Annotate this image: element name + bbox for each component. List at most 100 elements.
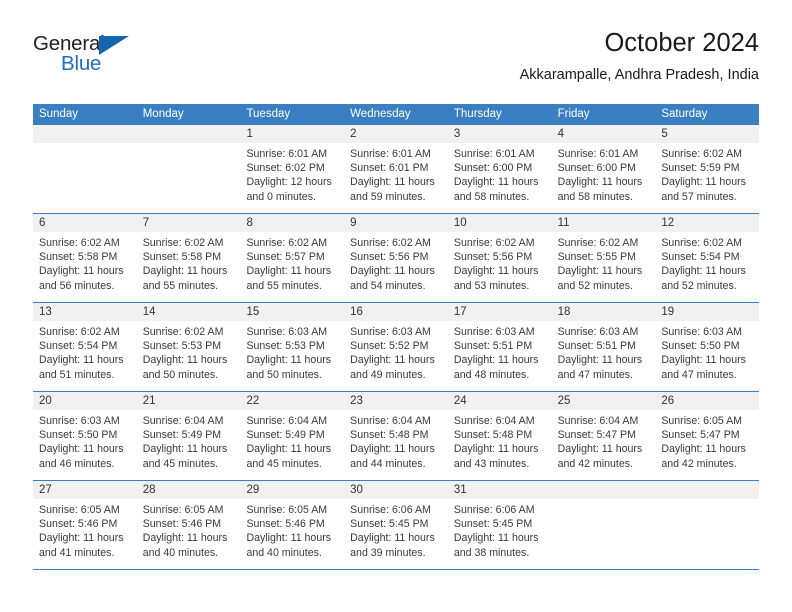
daylight-text: Daylight: 11 hours (557, 443, 643, 456)
sunrise-text: Sunrise: 6:04 AM (246, 415, 328, 427)
day-number[interactable]: 11 (552, 214, 656, 232)
day-number[interactable]: 16 (344, 303, 448, 321)
weeks-container: 1 2 3 4 5 Sunrise: 6:01 AM Sunset: 6:02 PM Dayl… (33, 125, 759, 570)
sunset-text: Sunset: 5:48 PM (350, 429, 429, 442)
weekday-monday: Monday (142, 108, 184, 120)
day-number[interactable]: 4 (552, 125, 656, 143)
day-number[interactable]: 5 (655, 125, 759, 143)
daylight-text-cont: and 47 minutes. (557, 368, 633, 381)
day-cell[interactable]: Sunrise: 6:04 AM Sunset: 5:49 PM Daylight:… (240, 410, 344, 480)
daylight-text-cont: and 40 minutes. (246, 546, 322, 559)
sunset-text: Sunset: 6:02 PM (246, 162, 325, 175)
day-cell[interactable]: Sunrise: 6:01 AM Sunset: 6:00 PM Daylight:… (552, 143, 656, 213)
day-number[interactable]: 27 (33, 481, 137, 499)
day-cell[interactable]: Sunrise: 6:02 AM Sunset: 5:59 PM Daylight:… (655, 143, 759, 213)
sunset-text: Sunset: 5:50 PM (661, 340, 740, 353)
sunrise-text: Sunrise: 6:01 AM (453, 148, 535, 160)
sunset-text: Sunset: 5:51 PM (453, 340, 533, 353)
day-cell[interactable]: Sunrise: 6:01 AM Sunset: 6:01 PM Daylight:… (344, 143, 448, 213)
day-cell[interactable]: Sunrise: 6:01 AM Sunset: 6:00 PM Daylight:… (448, 143, 552, 213)
day-number[interactable]: 9 (344, 214, 448, 232)
general-blue-logo[interactable]: General Blue (33, 33, 173, 90)
day-cell[interactable]: Sunrise: 6:03 AM Sunset: 5:51 PM Daylight:… (552, 321, 656, 391)
sunrise-text: Sunrise: 6:03 AM (246, 326, 328, 338)
day-cell[interactable]: Sunrise: 6:02 AM Sunset: 5:53 PM Daylight:… (137, 321, 241, 391)
day-cell[interactable]: Sunrise: 6:06 AM Sunset: 5:45 PM Daylight:… (448, 499, 552, 569)
title-block: October 2024 Akkarampalle, Andhra Prades… (520, 28, 759, 84)
sunrise-text: Sunrise: 6:06 AM (350, 504, 431, 516)
day-number[interactable]: 1 (240, 125, 344, 143)
day-number[interactable]: 10 (448, 214, 552, 232)
daylight-text-cont: and 38 minutes. (453, 546, 530, 559)
day-cell[interactable]: Sunrise: 6:01 AM Sunset: 6:02 PM Daylight:… (240, 143, 344, 213)
day-cell[interactable]: Sunrise: 6:04 AM Sunset: 5:49 PM Daylight:… (137, 410, 241, 480)
day-cell[interactable]: Sunrise: 6:04 AM Sunset: 5:48 PM Daylight:… (344, 410, 448, 480)
day-number[interactable]: 19 (655, 303, 759, 321)
day-cell[interactable]: Sunrise: 6:04 AM Sunset: 5:47 PM Daylight:… (552, 410, 656, 480)
day-cell[interactable]: Sunrise: 6:05 AM Sunset: 5:46 PM Daylight:… (33, 499, 137, 569)
day-cell[interactable]: Sunrise: 6:03 AM Sunset: 5:52 PM Daylight:… (344, 321, 448, 391)
page-title: October 2024 (604, 29, 759, 57)
day-number[interactable]: 20 (33, 392, 137, 410)
sunset-text: Sunset: 5:46 PM (39, 518, 118, 531)
day-number-strip: 27 28 29 30 31 (33, 481, 759, 499)
day-number-empty (552, 481, 656, 499)
day-number[interactable]: 24 (448, 392, 552, 410)
day-number[interactable]: 25 (552, 392, 656, 410)
day-cell[interactable]: Sunrise: 6:02 AM Sunset: 5:58 PM Daylight:… (33, 232, 137, 302)
daylight-text: Daylight: 11 hours (557, 354, 643, 367)
sunset-text: Sunset: 5:50 PM (39, 429, 118, 442)
day-number[interactable]: 22 (240, 392, 344, 410)
day-cell[interactable]: Sunrise: 6:05 AM Sunset: 5:47 PM Daylight:… (655, 410, 759, 480)
day-cell[interactable]: Sunrise: 6:03 AM Sunset: 5:53 PM Daylight:… (240, 321, 344, 391)
day-number[interactable]: 13 (33, 303, 137, 321)
sunrise-text: Sunrise: 6:04 AM (142, 415, 224, 427)
day-number[interactable]: 18 (552, 303, 656, 321)
day-number[interactable]: 2 (344, 125, 448, 143)
day-number[interactable]: 31 (448, 481, 552, 499)
day-number[interactable]: 26 (655, 392, 759, 410)
day-number[interactable]: 14 (137, 303, 241, 321)
daylight-text: Daylight: 11 hours (661, 443, 746, 456)
sunrise-text: Sunrise: 6:05 AM (661, 415, 742, 427)
daylight-text-cont: and 57 minutes. (661, 190, 737, 203)
day-number[interactable]: 28 (137, 481, 241, 499)
day-cell[interactable]: Sunrise: 6:02 AM Sunset: 5:58 PM Daylight:… (137, 232, 241, 302)
day-cell[interactable]: Sunrise: 6:02 AM Sunset: 5:56 PM Daylight:… (344, 232, 448, 302)
day-cell[interactable]: Sunrise: 6:02 AM Sunset: 5:57 PM Daylight:… (240, 232, 344, 302)
day-number[interactable]: 30 (344, 481, 448, 499)
daylight-text-cont: and 50 minutes. (246, 368, 322, 381)
day-cell[interactable]: Sunrise: 6:02 AM Sunset: 5:54 PM Daylight:… (33, 321, 137, 391)
day-cell[interactable]: Sunrise: 6:03 AM Sunset: 5:50 PM Daylight:… (655, 321, 759, 391)
daylight-text-cont: and 55 minutes. (142, 279, 219, 292)
day-cell[interactable]: Sunrise: 6:05 AM Sunset: 5:46 PM Daylight:… (240, 499, 344, 569)
day-number[interactable]: 8 (240, 214, 344, 232)
day-number[interactable]: 6 (33, 214, 137, 232)
day-number[interactable]: 3 (448, 125, 552, 143)
day-cell[interactable]: Sunrise: 6:02 AM Sunset: 5:55 PM Daylight:… (552, 232, 656, 302)
day-cell[interactable]: Sunrise: 6:03 AM Sunset: 5:51 PM Daylight:… (448, 321, 552, 391)
day-cell[interactable]: Sunrise: 6:04 AM Sunset: 5:48 PM Daylight:… (448, 410, 552, 480)
sunset-text: Sunset: 5:59 PM (661, 162, 740, 175)
daylight-text: Daylight: 11 hours (142, 532, 228, 545)
day-number[interactable]: 21 (137, 392, 241, 410)
day-cell[interactable]: Sunrise: 6:03 AM Sunset: 5:50 PM Daylight:… (33, 410, 137, 480)
weekday-friday: Friday (557, 108, 590, 120)
day-number[interactable]: 17 (448, 303, 552, 321)
day-number[interactable]: 12 (655, 214, 759, 232)
day-number[interactable]: 15 (240, 303, 344, 321)
sunset-text: Sunset: 5:47 PM (661, 429, 740, 442)
daylight-text-cont: and 47 minutes. (661, 368, 737, 381)
day-cell[interactable]: Sunrise: 6:02 AM Sunset: 5:56 PM Daylight:… (448, 232, 552, 302)
day-number[interactable]: 7 (137, 214, 241, 232)
day-number[interactable]: 23 (344, 392, 448, 410)
daylight-text: Daylight: 11 hours (246, 443, 332, 456)
sunrise-text: Sunrise: 6:03 AM (350, 326, 431, 338)
day-cell[interactable]: Sunrise: 6:05 AM Sunset: 5:46 PM Daylight:… (137, 499, 241, 569)
day-number[interactable]: 29 (240, 481, 344, 499)
sunset-text: Sunset: 5:49 PM (142, 429, 222, 442)
calendar-page: General Blue October 2024 Akkarampalle, … (0, 0, 792, 612)
daylight-text-cont: and 52 minutes. (661, 279, 737, 292)
day-cell[interactable]: Sunrise: 6:02 AM Sunset: 5:54 PM Daylight:… (655, 232, 759, 302)
day-cell[interactable]: Sunrise: 6:06 AM Sunset: 5:45 PM Daylight:… (344, 499, 448, 569)
